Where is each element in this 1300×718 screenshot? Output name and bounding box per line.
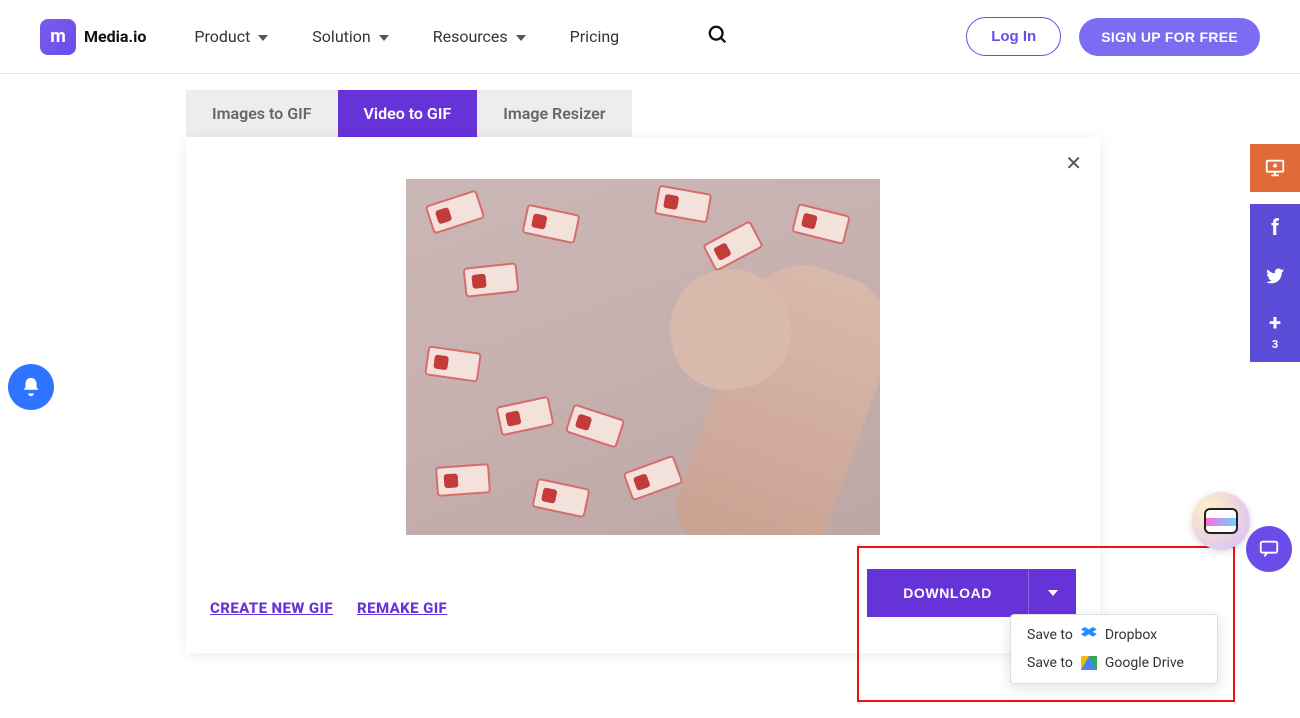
brand-logo[interactable]: m Media.io — [40, 19, 146, 55]
share-count: 3 — [1272, 338, 1278, 351]
download-group: DOWNLOAD — [867, 569, 1076, 617]
save-service: Google Drive — [1105, 655, 1184, 671]
search-button[interactable] — [707, 24, 729, 50]
download-button[interactable]: DOWNLOAD — [867, 569, 1028, 617]
auth-actions: Log In SIGN UP FOR FREE — [966, 17, 1260, 56]
nav-pricing[interactable]: Pricing — [570, 27, 620, 46]
result-panel: ✕ CREATE NEW GIF REMAKE GIF DOWNLOAD — [186, 137, 1100, 653]
save-service: Dropbox — [1105, 627, 1157, 643]
tab-images-to-gif[interactable]: Images to GIF — [186, 90, 338, 137]
bell-icon — [20, 376, 42, 398]
ticket-decoration — [622, 455, 683, 502]
assistant-icon — [1204, 508, 1238, 534]
ticket-decoration — [495, 396, 554, 437]
tool-tabs: Images to GIF Video to GIF Image Resizer — [186, 90, 1300, 137]
search-icon — [707, 31, 729, 50]
save-prefix: Save to — [1027, 655, 1073, 671]
rail-spacer — [1250, 192, 1300, 204]
ticket-decoration — [565, 403, 626, 448]
logo-icon: m — [40, 19, 76, 55]
save-prefix: Save to — [1027, 627, 1073, 643]
ticket-decoration — [425, 189, 486, 234]
ticket-decoration — [654, 185, 712, 224]
chat-icon — [1258, 538, 1280, 560]
nav-solution[interactable]: Solution — [312, 27, 388, 46]
share-rail: f + 3 — [1250, 144, 1300, 362]
nav-product[interactable]: Product — [194, 27, 268, 46]
plus-icon: + — [1269, 311, 1281, 336]
caret-down-icon — [1048, 590, 1058, 596]
close-icon[interactable]: ✕ — [1065, 151, 1082, 175]
remake-gif-link[interactable]: REMAKE GIF — [357, 599, 447, 617]
facebook-icon: f — [1271, 216, 1279, 241]
twitter-icon — [1264, 265, 1286, 287]
save-to-menu: Save to Dropbox Save to Google Drive — [1010, 614, 1218, 684]
logo-letter: m — [50, 26, 66, 47]
chevron-down-icon — [258, 35, 268, 41]
share-facebook-tile[interactable]: f — [1250, 204, 1300, 252]
download-dropdown-toggle[interactable] — [1028, 569, 1076, 617]
ticket-decoration — [521, 204, 580, 245]
nav-label: Resources — [433, 27, 508, 46]
nav-label: Pricing — [570, 27, 620, 46]
ticket-decoration — [435, 463, 491, 497]
gif-preview — [406, 179, 880, 535]
share-twitter-tile[interactable] — [1250, 252, 1300, 300]
nav-label: Product — [194, 27, 250, 46]
dropbox-icon — [1081, 627, 1097, 643]
notifications-button[interactable] — [8, 364, 54, 410]
tab-video-to-gif[interactable]: Video to GIF — [338, 90, 478, 137]
signup-button[interactable]: SIGN UP FOR FREE — [1079, 18, 1260, 56]
save-to-dropbox[interactable]: Save to Dropbox — [1011, 621, 1217, 649]
chat-button[interactable] — [1246, 526, 1292, 572]
nav-resources[interactable]: Resources — [433, 27, 526, 46]
login-button[interactable]: Log In — [966, 17, 1061, 56]
main-nav: Product Solution Resources Pricing — [194, 24, 729, 50]
panel-footer: CREATE NEW GIF REMAKE GIF DOWNLOAD — [210, 569, 1076, 617]
ticket-decoration — [463, 262, 520, 297]
share-more-tile[interactable]: + 3 — [1250, 300, 1300, 362]
download-app-tile[interactable] — [1250, 144, 1300, 192]
chevron-down-icon — [516, 35, 526, 41]
ticket-decoration — [791, 203, 851, 245]
google-drive-icon — [1081, 656, 1097, 670]
app-header: m Media.io Product Solution Resources Pr… — [0, 0, 1300, 74]
ai-assistant-button[interactable] — [1192, 492, 1250, 550]
ticket-decoration — [702, 220, 764, 272]
nav-label: Solution — [312, 27, 370, 46]
create-new-gif-link[interactable]: CREATE NEW GIF — [210, 599, 333, 617]
save-to-google-drive[interactable]: Save to Google Drive — [1011, 649, 1217, 677]
chevron-down-icon — [379, 35, 389, 41]
action-links: CREATE NEW GIF REMAKE GIF — [210, 599, 447, 617]
brand-name: Media.io — [84, 27, 146, 46]
tab-image-resizer[interactable]: Image Resizer — [477, 90, 631, 137]
ticket-decoration — [531, 478, 590, 519]
ticket-decoration — [424, 345, 482, 382]
